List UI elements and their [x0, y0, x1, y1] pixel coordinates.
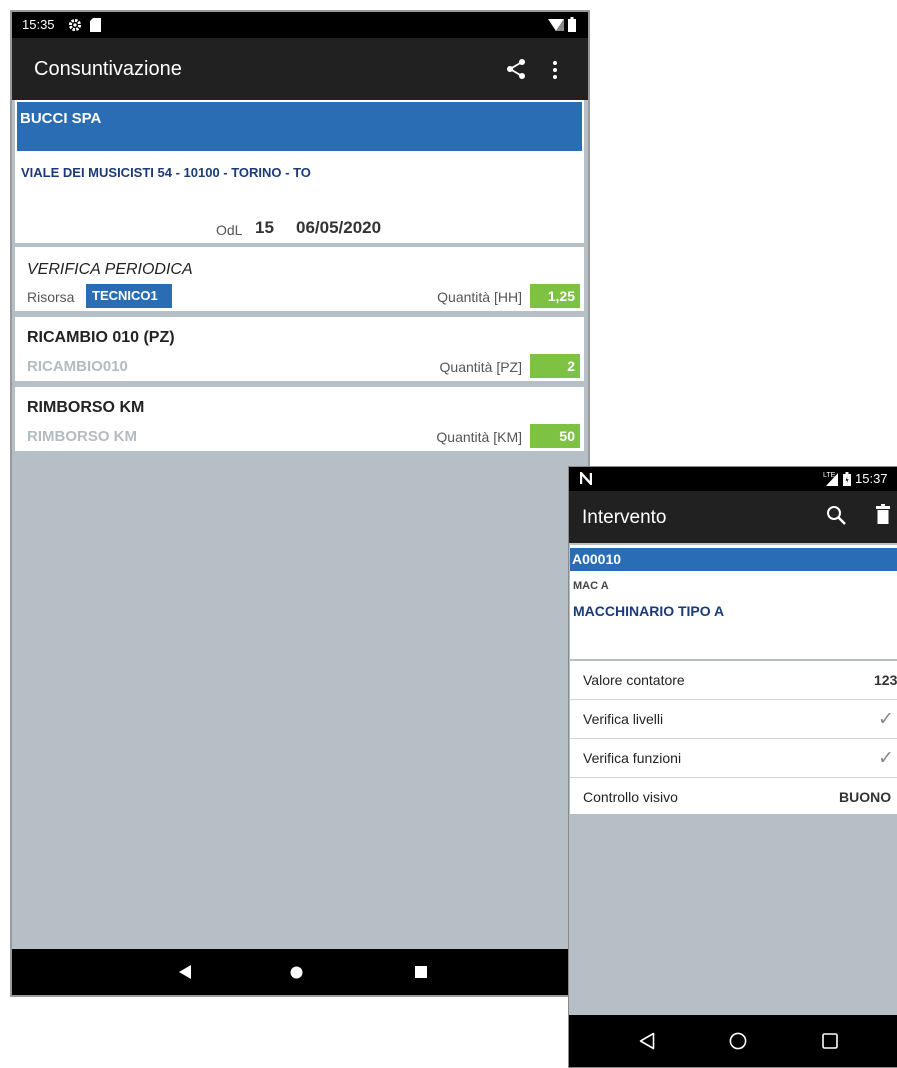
status-time: 15:35	[22, 17, 55, 32]
battery-icon	[568, 17, 576, 32]
quantity-value: 1,25	[547, 288, 575, 304]
customer-name: BUCCI SPA	[20, 110, 102, 127]
page-title: Consuntivazione	[34, 58, 182, 80]
quantity-label: Quantità [KM]	[436, 429, 522, 445]
item-title: RIMBORSO KM	[27, 399, 145, 416]
list-item[interactable]: VERIFICA PERIODICA Risorsa TECNICO1 Quan…	[15, 247, 584, 311]
quantity-label: Quantità [HH]	[437, 289, 522, 305]
trash-icon[interactable]	[876, 504, 890, 524]
order-header-card: BUCCI SPA VIALE DEI MUSICISTI 54 - 10100…	[15, 100, 584, 243]
sd-card-icon	[90, 18, 101, 32]
odl-number: 15	[255, 218, 274, 237]
item-title: RICAMBIO 010 (PZ)	[27, 329, 175, 346]
row-label: Verifica funzioni	[583, 750, 682, 766]
status-bar: 15:35	[12, 12, 588, 38]
resource-name: TECNICO1	[92, 288, 158, 303]
row-valore-contatore[interactable]: Valore contatore 123	[570, 661, 897, 700]
quantity-value: 2	[567, 358, 575, 374]
row-label: Valore contatore	[583, 672, 685, 688]
battery-icon	[843, 472, 851, 486]
odl-date: 06/05/2020	[296, 218, 382, 237]
odl-label: OdL	[216, 222, 243, 238]
navigation-bar	[12, 949, 588, 995]
home-icon[interactable]	[290, 966, 303, 979]
row-value: 123	[874, 672, 897, 688]
signal-icon	[548, 19, 564, 31]
quantity-badge: 2	[530, 354, 580, 378]
item-code: RICAMBIO010	[27, 358, 128, 375]
status-time: 15:37	[855, 471, 888, 486]
customer-bar[interactable]: BUCCI SPA	[17, 102, 582, 151]
row-verifica-livelli[interactable]: Verifica livelli ✓	[570, 700, 897, 739]
back-icon[interactable]	[178, 965, 192, 979]
list-item[interactable]: RICAMBIO 010 (PZ) RICAMBIO010 Quantità […	[15, 317, 584, 381]
nfc-icon	[580, 472, 592, 485]
intervention-details: Valore contatore 123 Verifica livelli ✓ …	[570, 661, 897, 814]
check-icon: ✓	[878, 748, 894, 769]
resource-label: Risorsa	[27, 289, 75, 305]
tablet-consuntivazione: 15:35 Consuntivazione BUCCI SPA VIALE DE…	[10, 10, 590, 997]
share-icon[interactable]	[506, 58, 526, 80]
search-icon[interactable]	[826, 505, 846, 525]
app-bar: Consuntivazione	[12, 38, 588, 100]
machine-code: A00010	[572, 551, 622, 567]
page-title: Intervento	[582, 507, 667, 528]
home-icon[interactable]	[729, 1032, 747, 1050]
navigation-bar	[569, 1015, 897, 1067]
item-code: RIMBORSO KM	[27, 428, 137, 445]
row-controllo-visivo[interactable]: Controllo visivo BUONO	[570, 778, 897, 814]
machine-header-card: A00010 MAC A MACCHINARIO TIPO A	[570, 545, 897, 659]
signal-icon	[826, 473, 838, 486]
list-item[interactable]: RIMBORSO KM RIMBORSO KM Quantità [KM] 50	[15, 387, 584, 451]
row-label: Verifica livelli	[583, 711, 664, 727]
item-title: VERIFICA PERIODICA	[27, 261, 193, 278]
customer-address: VIALE DEI MUSICISTI 54 - 10100 - TORINO …	[21, 165, 311, 180]
row-value: BUONO	[839, 789, 892, 805]
machine-code-bar[interactable]: A00010	[570, 548, 897, 571]
quantity-badge: 1,25	[530, 284, 580, 308]
check-icon: ✓	[878, 709, 894, 730]
machine-name: MACCHINARIO TIPO A	[573, 603, 725, 619]
resource-badge: TECNICO1	[86, 284, 172, 308]
status-bar: LTE 15:37	[569, 467, 897, 491]
row-label: Controllo visivo	[583, 789, 678, 805]
settings-icon	[68, 18, 82, 32]
machine-short-name: MAC A	[573, 580, 609, 592]
back-icon[interactable]	[639, 1032, 655, 1050]
recents-icon[interactable]	[822, 1033, 838, 1049]
phone-intervento: LTE 15:37 Intervento A00010 MAC A MACCHI…	[568, 466, 897, 1068]
app-bar: Intervento	[569, 491, 897, 543]
recents-icon[interactable]	[415, 966, 427, 978]
quantity-badge: 50	[530, 424, 580, 448]
more-vert-icon[interactable]	[552, 60, 558, 80]
quantity-label: Quantità [PZ]	[439, 359, 522, 375]
row-verifica-funzioni[interactable]: Verifica funzioni ✓	[570, 739, 897, 778]
quantity-value: 50	[559, 428, 575, 444]
